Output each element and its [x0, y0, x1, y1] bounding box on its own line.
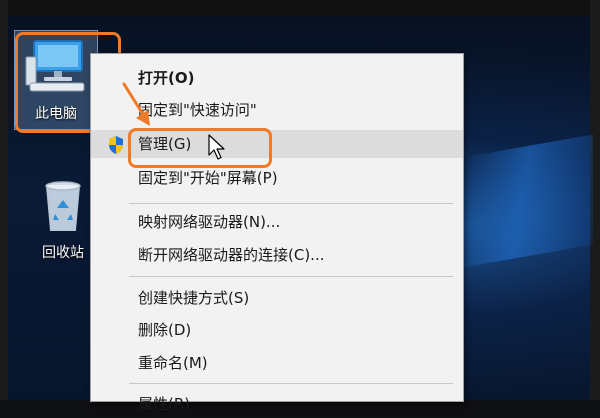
menu-item-rename[interactable]: 重命名(M)	[91, 349, 463, 377]
window-frame-left	[0, 0, 8, 400]
menu-item-label: 删除(D)	[138, 321, 192, 339]
uac-shield-icon	[109, 136, 123, 154]
annotation-highlight-manage	[128, 128, 272, 168]
menu-item-label: 固定到"开始"屏幕(P)	[138, 169, 278, 187]
window-frame-top	[0, 0, 600, 16]
menu-separator	[129, 203, 453, 204]
menu-item-label: 创建快捷方式(S)	[138, 289, 250, 307]
menu-separator	[129, 276, 453, 277]
menu-item-properties[interactable]: 属性(R)	[91, 390, 463, 418]
menu-item-label: 重命名(M)	[138, 354, 208, 372]
menu-item-label: 断开网络驱动器的连接(C)...	[138, 246, 325, 264]
menu-item-pin-start[interactable]: 固定到"开始"屏幕(P)	[91, 164, 463, 192]
mouse-pointer-icon	[208, 134, 225, 160]
menu-separator	[129, 383, 453, 384]
recycle-bin-icon	[45, 181, 81, 231]
menu-item-label: 属性(R)	[138, 395, 191, 413]
wallpaper-light	[463, 134, 593, 268]
menu-item-delete[interactable]: 删除(D)	[91, 316, 463, 344]
menu-item-disconnect-network-drive[interactable]: 断开网络驱动器的连接(C)...	[91, 241, 463, 269]
menu-item-create-shortcut[interactable]: 创建快捷方式(S)	[91, 284, 463, 312]
menu-item-map-network-drive[interactable]: 映射网络驱动器(N)...	[91, 208, 463, 236]
annotation-arrow-icon	[122, 82, 150, 126]
menu-item-label: 映射网络驱动器(N)...	[138, 213, 281, 231]
